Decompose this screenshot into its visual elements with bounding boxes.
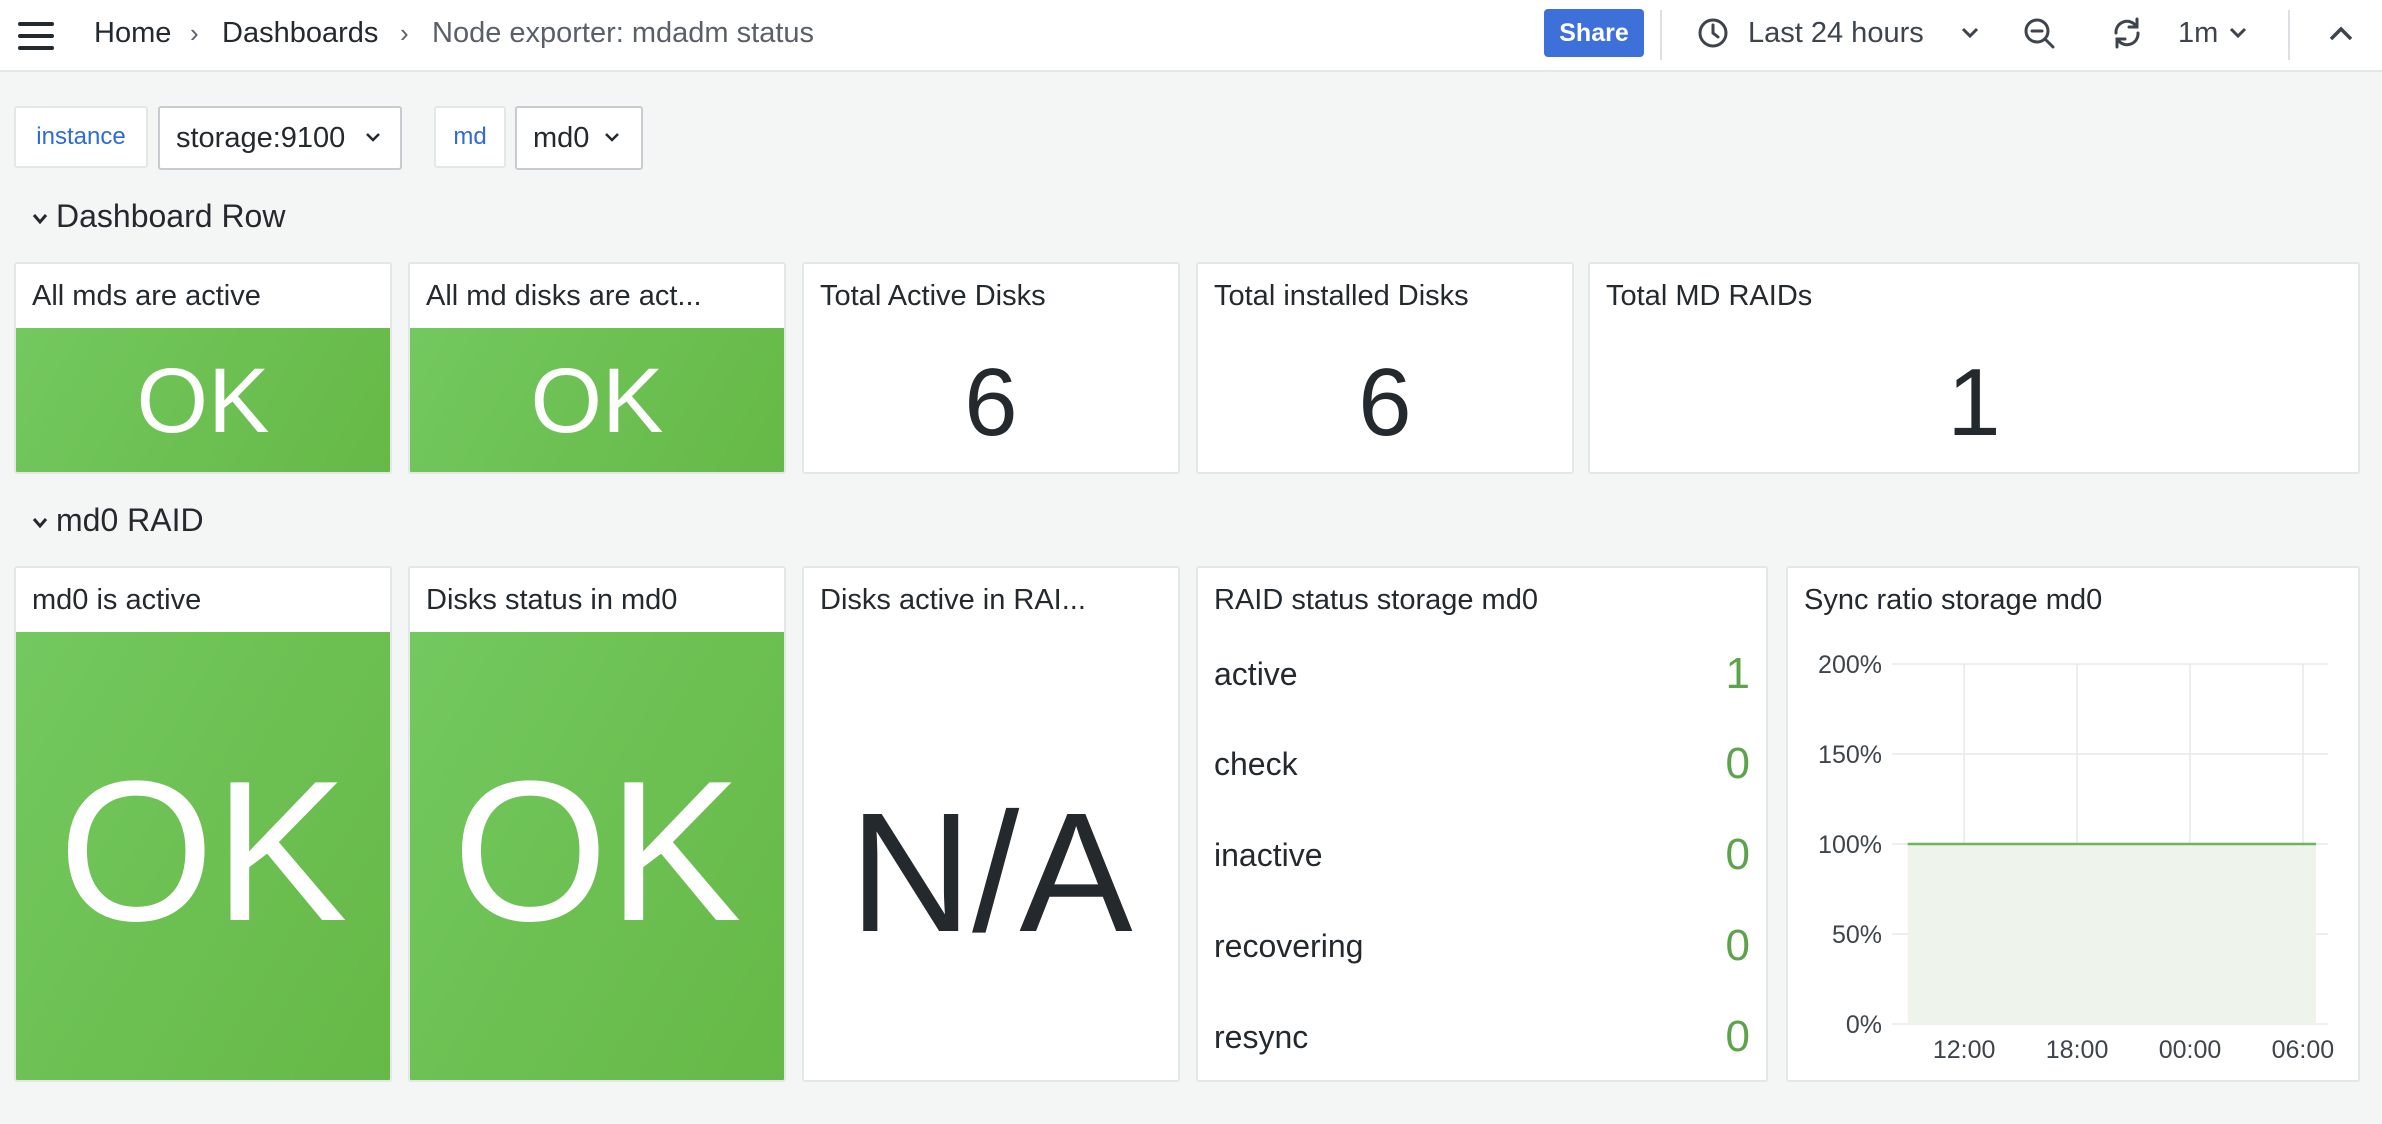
chevron-up-icon[interactable]	[2328, 24, 2354, 42]
panel-title: Disks status in md0	[426, 584, 678, 616]
stat-value: N/A	[849, 778, 1133, 968]
chevron-down-icon[interactable]	[2228, 26, 2248, 40]
time-range-picker[interactable]: Last 24 hours	[1748, 14, 1924, 52]
breadcrumb-separator: ›	[400, 18, 409, 48]
stat-value: 6	[964, 349, 1018, 456]
status-value: 0	[1725, 1012, 1750, 1061]
variable-value-md: md0	[533, 122, 590, 154]
list-item: inactive 0	[1214, 825, 1750, 885]
x-tick-label: 18:00	[2046, 1036, 2109, 1064]
series-area	[1907, 844, 2316, 1024]
panel-title: Total installed Disks	[1214, 280, 1469, 312]
panel-total-active-disks[interactable]: Total Active Disks 6	[802, 262, 1180, 474]
y-tick-label: 0%	[1846, 1011, 1882, 1039]
panel-title: Total MD RAIDs	[1606, 280, 1813, 312]
chevron-down-icon	[32, 213, 48, 224]
stat-value: 6	[1358, 349, 1412, 456]
panel-raid-status-storage-md0[interactable]: RAID status storage md0 active 1 check 0…	[1196, 566, 1768, 1082]
stat-value: OK	[410, 328, 784, 472]
panel-title: RAID status storage md0	[1214, 584, 1538, 616]
panel-total-installed-disks[interactable]: Total installed Disks 6	[1196, 262, 1574, 474]
status-value: 0	[1725, 739, 1750, 788]
status-label: recovering	[1214, 928, 1364, 964]
breadcrumb-dashboards[interactable]: Dashboards	[222, 14, 378, 52]
variable-value-instance: storage:9100	[176, 122, 346, 154]
variable-select-instance[interactable]: storage:9100	[158, 106, 402, 170]
sync-ratio-chart[interactable]: 0% 50% 100% 150% 200% 12:00 18:00 00:00 06:00	[1788, 568, 2358, 1080]
row-header-md0-raid[interactable]: md0 RAID	[30, 500, 204, 540]
stat-value: OK	[16, 328, 390, 472]
x-tick-label: 00:00	[2159, 1036, 2222, 1064]
panel-total-md-raids[interactable]: Total MD RAIDs 1	[1588, 262, 2360, 474]
x-tick-label: 06:00	[2272, 1036, 2335, 1064]
y-tick-label: 200%	[1818, 651, 1882, 679]
stat-value: OK	[410, 632, 784, 1080]
panel-title: Disks active in RAI...	[820, 584, 1086, 616]
status-label: inactive	[1214, 837, 1323, 873]
y-tick-label: 50%	[1832, 921, 1882, 949]
list-item: recovering 0	[1214, 916, 1750, 976]
panel-sync-ratio-storage-md0[interactable]: Sync ratio storage md0 0% 50% 100% 150% 200%…	[1786, 566, 2360, 1082]
status-value: 1	[1725, 649, 1750, 698]
refresh-interval-picker[interactable]: 1m	[2178, 14, 2218, 52]
stat-value: OK	[16, 632, 390, 1080]
panel-disks-active-in-raid[interactable]: Disks active in RAI... N/A	[802, 566, 1180, 1082]
status-value: 0	[1725, 830, 1750, 879]
status-value: 0	[1725, 921, 1750, 970]
variable-label-md: md	[434, 106, 506, 168]
stat-value: 1	[1947, 349, 2001, 456]
top-navbar: Home › Dashboards › Node exporter: mdadm…	[0, 0, 2382, 72]
y-tick-label: 100%	[1818, 831, 1882, 859]
panel-title: All mds are active	[32, 280, 261, 312]
chevron-down-icon	[32, 517, 48, 528]
chevron-down-icon	[366, 133, 380, 142]
panel-title: md0 is active	[32, 584, 202, 616]
zoom-out-icon[interactable]	[2022, 16, 2058, 52]
panel-all-mds-active[interactable]: All mds are active OK	[14, 262, 392, 474]
row-title: md0 RAID	[56, 502, 204, 538]
list-item: check 0	[1214, 734, 1750, 794]
toolbar-divider	[1660, 10, 1662, 60]
chevron-down-icon	[605, 133, 619, 142]
panel-disks-status-md0[interactable]: Disks status in md0 OK	[408, 566, 786, 1082]
variable-select-md[interactable]: md0	[515, 106, 643, 170]
refresh-icon[interactable]	[2108, 14, 2146, 52]
hamburger-icon[interactable]	[16, 18, 56, 54]
panel-title: All md disks are act...	[426, 280, 702, 312]
status-label: check	[1214, 746, 1298, 782]
row-header-dashboard-row[interactable]: Dashboard Row	[30, 196, 285, 236]
panel-title: Total Active Disks	[820, 280, 1046, 312]
x-tick-label: 12:00	[1933, 1036, 1996, 1064]
status-label: resync	[1214, 1019, 1309, 1055]
clock-icon[interactable]	[1696, 16, 1730, 50]
list-item: resync 0	[1214, 1007, 1750, 1067]
variable-label-instance: instance	[14, 106, 148, 168]
toolbar-divider	[2288, 10, 2290, 60]
y-tick-label: 150%	[1818, 741, 1882, 769]
list-item: active 1	[1214, 644, 1750, 704]
share-button[interactable]: Share	[1544, 9, 1644, 57]
breadcrumb-home[interactable]: Home	[94, 14, 171, 52]
panel-all-md-disks-active[interactable]: All md disks are act... OK	[408, 262, 786, 474]
status-label: active	[1214, 656, 1298, 692]
breadcrumb-separator: ›	[190, 18, 199, 48]
panel-md0-is-active[interactable]: md0 is active OK	[14, 566, 392, 1082]
breadcrumb-current-page: Node exporter: mdadm status	[432, 17, 815, 49]
row-title: Dashboard Row	[56, 198, 286, 234]
chevron-down-icon[interactable]	[1960, 26, 1980, 40]
